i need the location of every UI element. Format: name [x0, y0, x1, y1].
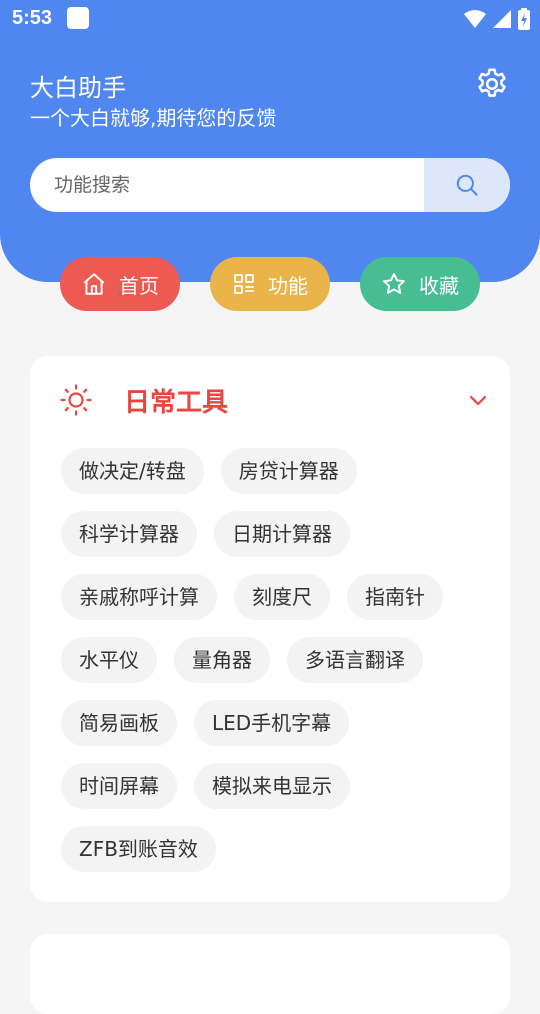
tool-chip[interactable]: 简易画板: [61, 700, 177, 746]
tool-chip[interactable]: 做决定/转盘: [61, 448, 204, 494]
app-title: 大白助手: [30, 74, 126, 102]
app-subtitle: 一个大白就够,期待您的反馈: [30, 106, 277, 130]
search-button[interactable]: [424, 158, 510, 212]
tool-chip[interactable]: 亲戚称呼计算: [61, 574, 217, 620]
header-background: [0, 0, 540, 282]
status-time: 5:53: [12, 7, 53, 29]
tool-chip[interactable]: 模拟来电显示: [194, 763, 350, 809]
tool-chip[interactable]: LED手机字幕: [194, 700, 350, 746]
tool-chip[interactable]: 指南针: [347, 574, 443, 620]
section-title: 日常工具: [124, 388, 229, 418]
signal-icon: [493, 10, 511, 28]
tool-chip[interactable]: 时间屏幕: [61, 763, 177, 809]
settings-button[interactable]: [474, 66, 510, 102]
wifi-icon: [464, 10, 486, 28]
chevron-down-icon[interactable]: [466, 388, 490, 412]
tool-chip[interactable]: 量角器: [174, 637, 270, 683]
tool-list: 做决定/转盘 房贷计算器 科学计算器 日期计算器 亲戚称呼计算 刻度尺 指南针 …: [61, 448, 481, 872]
notification-icon: [67, 7, 89, 29]
nav-home-label: 首页: [119, 273, 159, 298]
search-input[interactable]: [30, 158, 422, 212]
sun-icon: [60, 384, 92, 416]
tool-chip[interactable]: ZFB到账音效: [61, 826, 216, 872]
battery-icon: [518, 8, 530, 30]
nav-function-button[interactable]: 功能: [210, 257, 330, 311]
home-icon: [83, 273, 105, 295]
tool-chip[interactable]: 水平仪: [61, 637, 157, 683]
tool-chip[interactable]: 多语言翻译: [287, 637, 423, 683]
tool-chip[interactable]: 日期计算器: [214, 511, 350, 557]
next-section-card: [30, 934, 510, 1014]
status-bar: 5:53: [0, 0, 540, 38]
star-icon: [383, 273, 405, 294]
daily-tools-header[interactable]: 日常工具: [30, 356, 510, 446]
status-icons: [464, 8, 530, 30]
nav-favorites-label: 收藏: [419, 273, 459, 298]
tool-chip[interactable]: 科学计算器: [61, 511, 197, 557]
nav-function-label: 功能: [268, 273, 308, 298]
search-bar: [30, 158, 510, 212]
grid-icon: [234, 274, 254, 294]
tool-chip[interactable]: 刻度尺: [234, 574, 330, 620]
nav-favorites-button[interactable]: 收藏: [360, 257, 480, 311]
search-icon: [456, 174, 478, 196]
tool-chip[interactable]: 房贷计算器: [220, 448, 357, 494]
nav-home-button[interactable]: 首页: [60, 257, 180, 311]
daily-tools-card: 日常工具 做决定/转盘 房贷计算器 科学计算器 日期计算器 亲戚称呼计算 刻度尺…: [30, 356, 510, 902]
gear-icon: [478, 68, 506, 97]
